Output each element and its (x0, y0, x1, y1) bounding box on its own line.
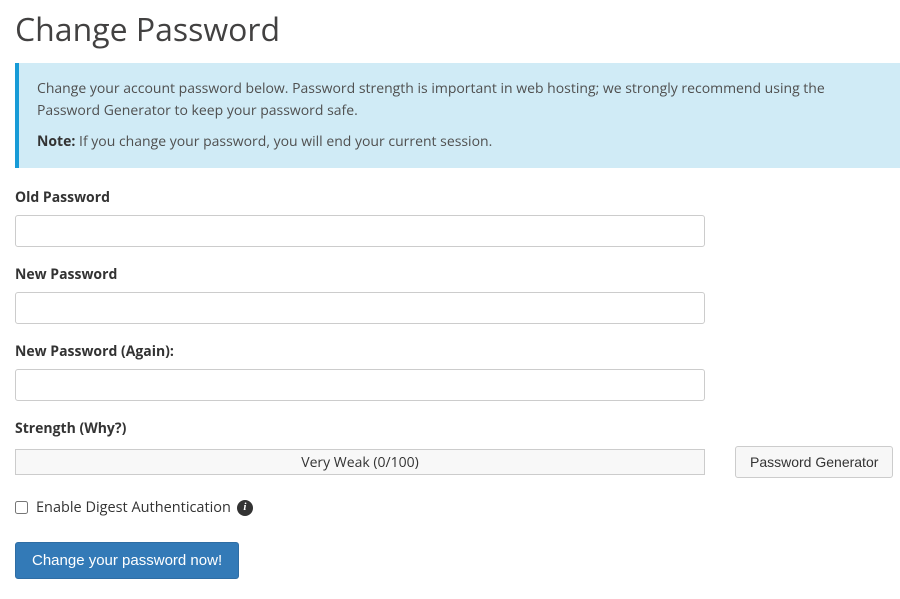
new-password-group: New Password (15, 265, 900, 324)
old-password-label: Old Password (15, 188, 900, 207)
strength-label: Strength (Why?) (15, 419, 900, 438)
old-password-group: Old Password (15, 188, 900, 247)
alert-note: Note: If you change your password, you w… (37, 131, 882, 153)
new-password-again-group: New Password (Again): (15, 342, 900, 401)
info-alert: Change your account password below. Pass… (15, 63, 900, 168)
digest-auth-label: Enable Digest Authentication (36, 498, 231, 517)
password-generator-button[interactable]: Password Generator (735, 446, 893, 478)
password-form: Old Password New Password New Password (… (15, 188, 900, 599)
old-password-input[interactable] (15, 215, 705, 247)
new-password-input[interactable] (15, 292, 705, 324)
submit-button[interactable]: Change your password now! (15, 542, 239, 579)
strength-meter: Very Weak (0/100) (15, 449, 705, 475)
alert-text-1: Change your account password below. Pass… (37, 78, 882, 121)
page-title: Change Password (15, 0, 900, 63)
note-label: Note: (37, 132, 75, 151)
new-password-again-label: New Password (Again): (15, 342, 900, 361)
strength-label-suffix: ) (122, 419, 127, 438)
info-icon[interactable]: i (237, 500, 253, 516)
strength-why-link[interactable]: Why? (84, 419, 121, 438)
digest-auth-checkbox[interactable] (15, 501, 28, 514)
new-password-label: New Password (15, 265, 900, 284)
note-text: If you change your password, you will en… (75, 132, 492, 151)
digest-auth-row: Enable Digest Authentication i (15, 498, 900, 517)
strength-label-prefix: Strength ( (15, 419, 84, 438)
new-password-again-input[interactable] (15, 369, 705, 401)
strength-group: Strength (Why?) Very Weak (0/100) Passwo… (15, 419, 900, 478)
